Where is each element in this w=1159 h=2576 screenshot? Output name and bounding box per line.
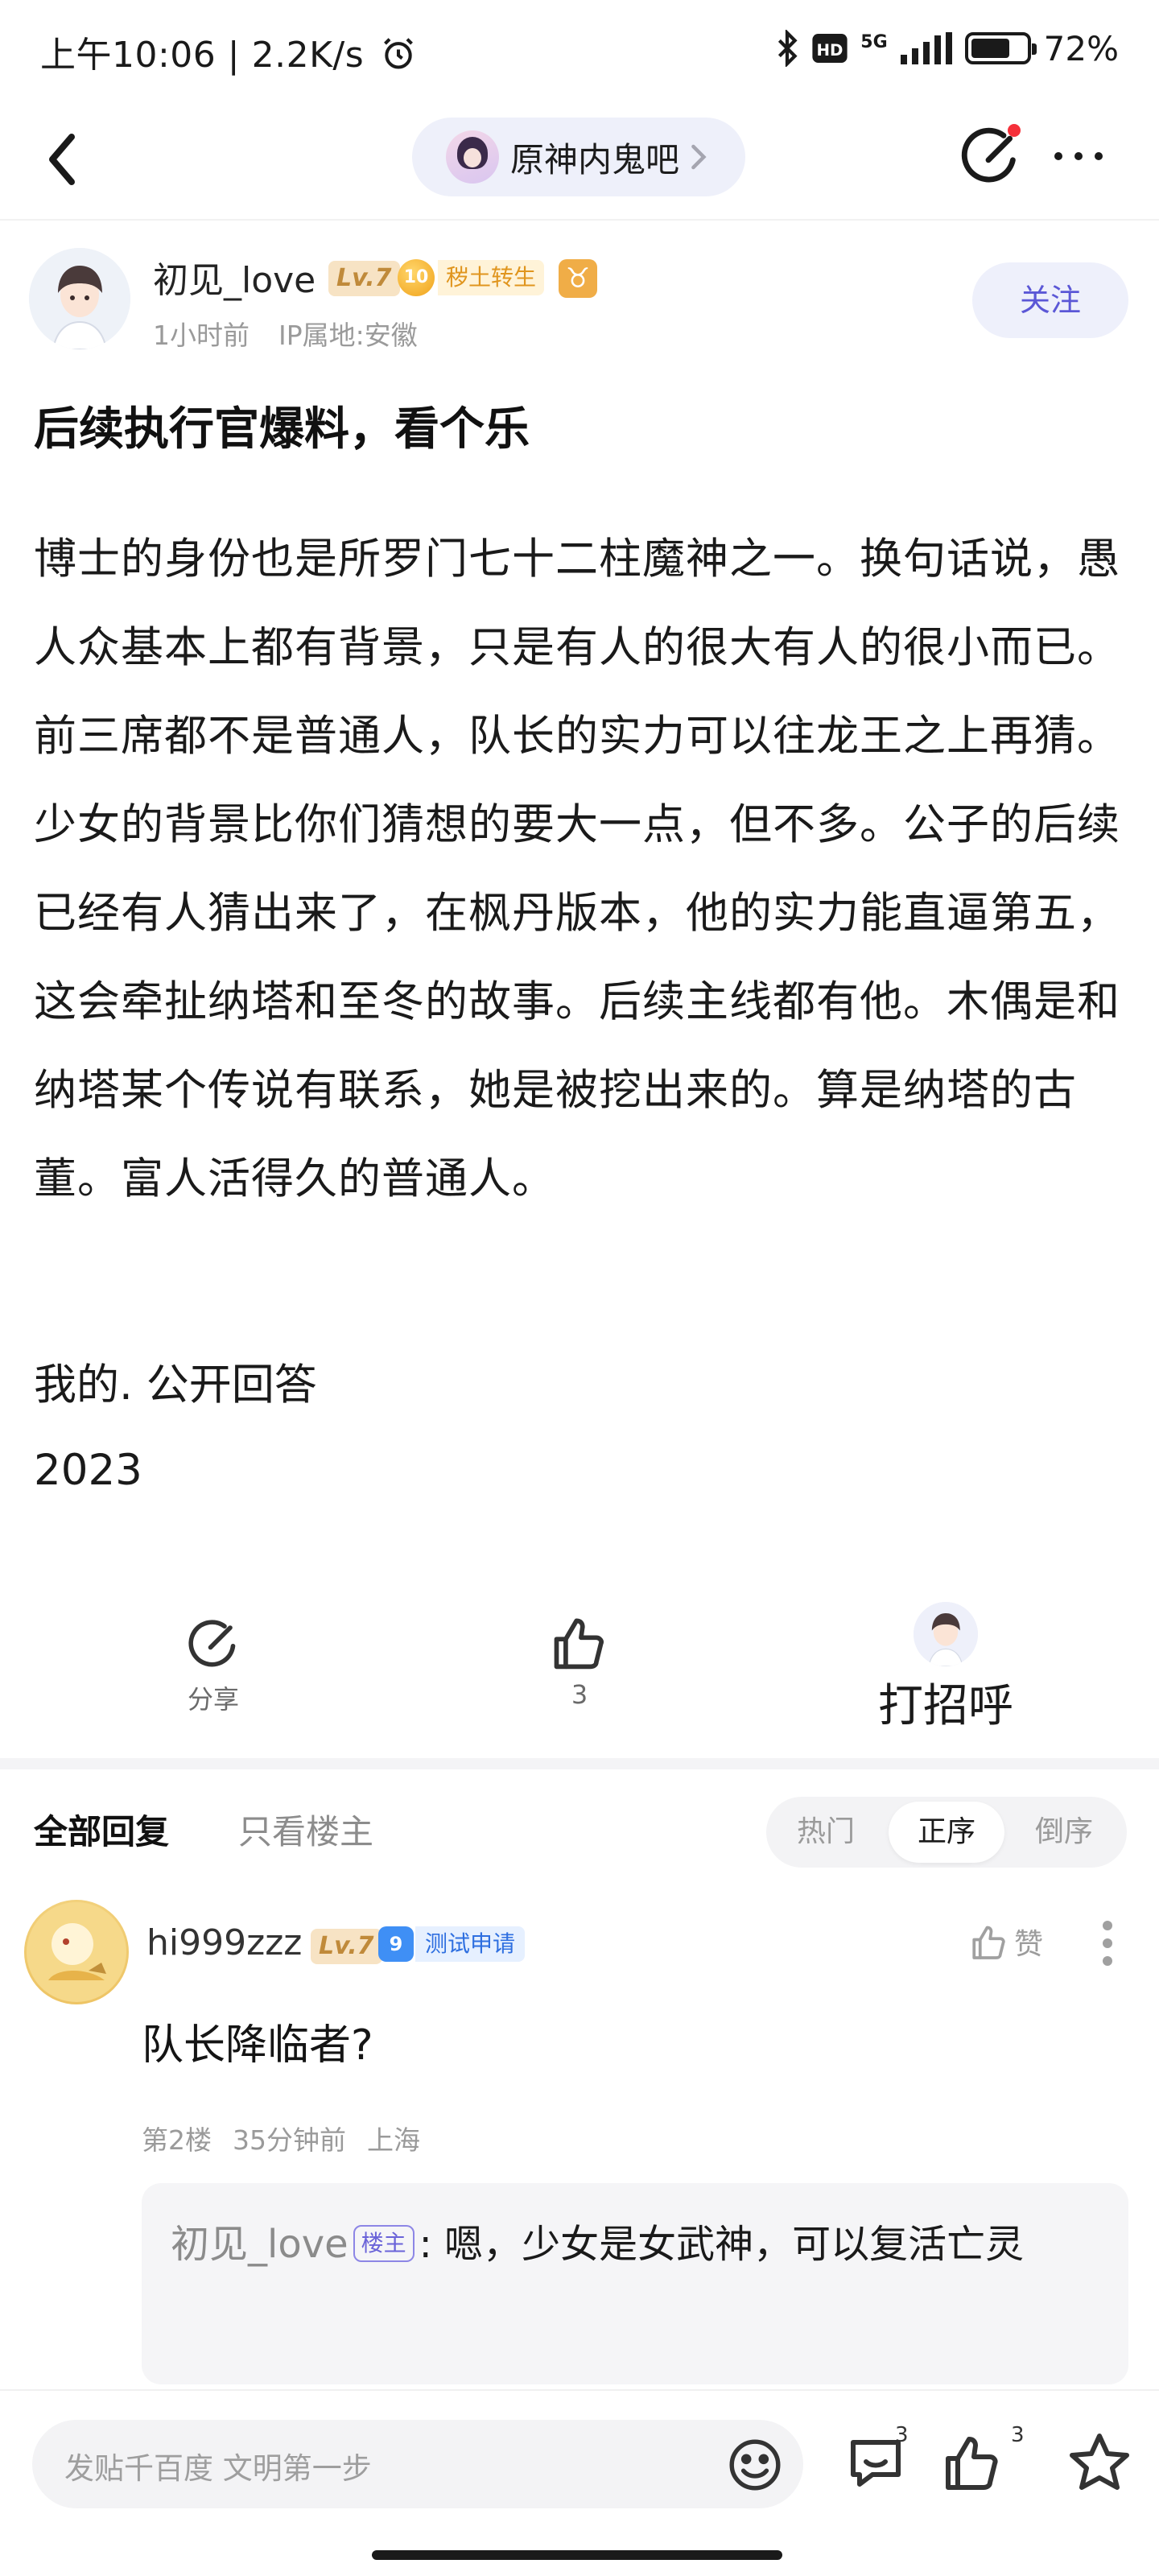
author-avatar[interactable] <box>29 248 130 349</box>
comment-floor: 第2楼 <box>142 2124 212 2156</box>
comment-like-button[interactable]: 赞 <box>969 1921 1043 1963</box>
taurus-zodiac-icon: ♉ <box>559 259 597 298</box>
emoji-icon[interactable] <box>726 2436 784 2494</box>
like-count: 3 <box>571 1679 588 1710</box>
battery-fill <box>971 39 1010 58</box>
share-button[interactable]: 分享 <box>161 1616 266 1716</box>
greet-label: 打招呼 <box>878 1680 1013 1732</box>
signal-icon <box>900 32 952 64</box>
rank-title: 秽土转生 <box>438 260 545 295</box>
bottom-bar: 发贴千百度 文明第一步 3 3 <box>0 2389 1159 2576</box>
comment-count: 3 <box>895 2423 909 2447</box>
sort-descending[interactable]: 倒序 <box>1008 1797 1120 1868</box>
author-meta: 1小时前 IP属地:安徽 <box>153 314 418 353</box>
post-line-answer: 我的. 公开回答 <box>34 1360 317 1410</box>
diamond-badge-icon: 9 <box>378 1926 414 1962</box>
status-bar: 上午10:06 | 2.2K/s HD 5G 72% <box>0 0 1159 97</box>
like-icon[interactable] <box>940 2429 1004 2494</box>
post-time: 1小时前 <box>153 320 250 351</box>
follow-button[interactable]: 关注 <box>972 262 1128 338</box>
status-time-speed: 上午10:06 | 2.2K/s <box>40 35 365 76</box>
thumbs-up-icon <box>554 1618 604 1670</box>
owner-tag: 楼主 <box>353 2225 415 2262</box>
tab-owner-only[interactable]: 只看楼主 <box>238 1805 373 1854</box>
comment-more-icon[interactable] <box>1099 1919 1116 1967</box>
level-badge: Lv.7 <box>328 261 400 296</box>
share-label: 分享 <box>187 1684 239 1715</box>
more-icon[interactable] <box>1050 140 1107 172</box>
reply-input[interactable]: 发贴千百度 文明第一步 <box>32 2420 803 2508</box>
post-line-year: 2023 <box>34 1446 142 1495</box>
post-title: 后续执行官爆料，看个乐 <box>34 403 530 456</box>
post-detail-page: 上午10:06 | 2.2K/s HD 5G 72% 原神内鬼吧 初见_love… <box>0 0 1159 2576</box>
sort-toggle: 热门 正序 倒序 <box>766 1797 1127 1868</box>
top-nav: 原神内鬼吧 <box>0 105 1159 217</box>
bluetooth-icon <box>778 30 798 67</box>
thumbs-up-icon <box>972 1926 1005 1959</box>
back-icon[interactable] <box>35 127 92 192</box>
share-icon <box>188 1620 236 1667</box>
sort-hot[interactable]: 热门 <box>769 1797 882 1868</box>
home-indicator <box>372 2550 782 2560</box>
reply-tabs: 全部回复 只看楼主 热门 正序 倒序 <box>0 1787 1159 1876</box>
commenter-title: 测试申请 <box>415 1926 526 1962</box>
sort-ascending[interactable]: 正序 <box>889 1802 1004 1863</box>
status-time: 上午10:06 | 2.2K/s <box>40 26 416 77</box>
rank-coin-icon: 10 <box>398 259 435 296</box>
greet-avatar <box>914 1602 978 1666</box>
greet-button[interactable]: 打招呼 <box>845 1602 1046 1735</box>
post-author: 初见_love Lv.7 10 秽土转生 ♉ 1小时前 IP属地:安徽 关注 <box>0 242 1159 370</box>
commenter-name[interactable]: hi999zzz <box>146 1922 302 1963</box>
alarm-icon <box>383 38 413 69</box>
sub-reply[interactable]: 初见_love 楼主: 嗯，少女是女武神，可以复活亡灵 <box>142 2183 1128 2384</box>
forum-name: 原神内鬼吧 <box>510 139 680 180</box>
hd-icon: HD <box>812 34 848 63</box>
post-body: 博士的身份也是所罗门七十二柱魔神之一。换句话说，愚人众基本上都有背景，只是有人的… <box>34 535 1120 1203</box>
sub-reply-text: : 嗯，少女是女武神，可以复活亡灵 <box>419 2222 1025 2267</box>
network-label: 5G <box>860 32 888 52</box>
ip-location: IP属地:安徽 <box>278 320 418 351</box>
reply-placeholder: 发贴千百度 文明第一步 <box>64 2451 372 2486</box>
forum-avatar <box>446 130 499 184</box>
post-actions: 分享 3 打招呼 <box>0 1602 1159 1747</box>
comment-time: 35分钟前 <box>233 2124 346 2156</box>
battery-text: 72% <box>1043 28 1119 68</box>
star-icon[interactable] <box>1067 2429 1132 2494</box>
sub-reply-user[interactable]: 初见_love <box>171 2222 349 2267</box>
section-divider <box>0 1758 1159 1769</box>
tab-all-replies[interactable]: 全部回复 <box>34 1805 169 1854</box>
commenter-title-badge: 9 测试申请 <box>378 1924 526 1964</box>
rank-badge: 10 秽土转生 <box>398 258 545 298</box>
notification-dot <box>1008 124 1021 137</box>
battery-icon <box>964 32 1037 64</box>
chevron-right-icon <box>691 144 707 170</box>
comment-like-label: 赞 <box>1014 1928 1044 1961</box>
comment-text: 队长降临者? <box>142 2021 373 2070</box>
author-name[interactable]: 初见_love <box>153 251 316 303</box>
like-button[interactable]: 3 <box>527 1612 632 1710</box>
forum-entry-button[interactable]: 原神内鬼吧 <box>412 118 745 196</box>
nav-divider <box>0 219 1159 221</box>
bottom-like-count: 3 <box>1011 2423 1025 2447</box>
svg-text:HD: HD <box>817 41 843 60</box>
commenter-avatar[interactable] <box>24 1900 129 2004</box>
commenter-level-badge: Lv.7 <box>311 1929 382 1964</box>
status-icons: HD 5G 72% <box>775 24 1119 72</box>
comment-meta: 第2楼 35分钟前 上海 <box>142 2119 420 2157</box>
comment-location: 上海 <box>367 2124 420 2156</box>
comment-item: hi999zzz Lv.7 9 测试申请 赞 队长降临者? 第2楼 35分钟前 上海… <box>0 1900 1159 2399</box>
